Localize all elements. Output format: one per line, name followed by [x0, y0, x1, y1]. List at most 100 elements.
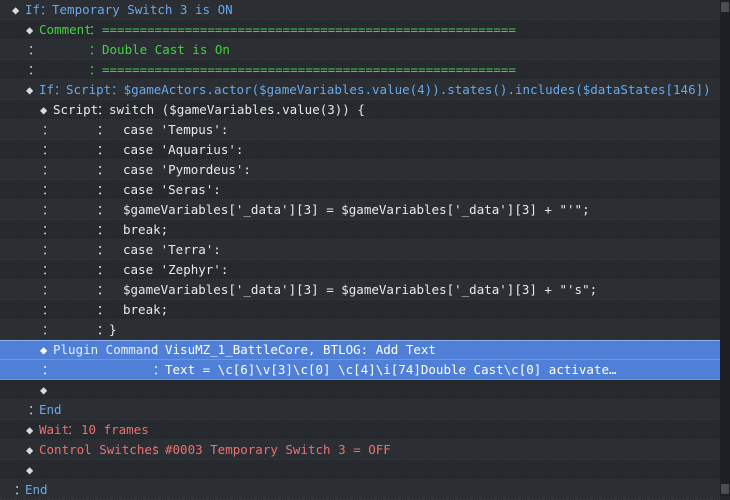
event-command-row[interactable]: ： ： $gameVariables['_data'][3] = $gameVa… [0, 280, 720, 300]
command-value: break; [123, 302, 169, 317]
command-separator: ： [97, 162, 110, 177]
event-command-row[interactable]: ： ： $gameVariables['_data'][3] = $gameVa… [0, 200, 720, 220]
command-value: #0003 Temporary Switch 3 = OFF [165, 442, 391, 457]
command-marker: ◆ [26, 423, 34, 437]
event-command-row[interactable]: ： ： break; [0, 220, 720, 240]
event-command-row[interactable]: ： ： case 'Aquarius': [0, 140, 720, 160]
command-value: switch ($gameVariables.value(3)) { [109, 102, 365, 117]
command-marker: ◆ [40, 383, 48, 397]
event-command-row[interactable]: ◆ Comment ： ============================… [0, 20, 720, 40]
event-command-row[interactable]: ： ： break; [0, 300, 720, 320]
command-value: } [109, 322, 117, 337]
command-value: case 'Seras': [123, 182, 221, 197]
command-separator: ： [97, 282, 110, 297]
scroll-down-button[interactable] [721, 484, 729, 494]
command-separator: ： [40, 2, 53, 17]
command-separator: ： [97, 182, 110, 197]
command-label: Plugin Command [53, 342, 159, 357]
continuation-marker: ： [42, 182, 55, 197]
event-command-row[interactable]: ： End [0, 400, 720, 420]
command-separator: ： [152, 442, 165, 457]
event-command-row[interactable]: ◆ Script ： switch ($gameVariables.value(… [0, 100, 720, 120]
command-separator: ： [97, 122, 110, 137]
command-separator: ： [153, 342, 166, 357]
continuation-marker: ： [42, 202, 55, 217]
command-marker: ◆ [40, 103, 48, 117]
continuation-marker: ： [28, 42, 41, 57]
event-command-row[interactable]: ◆ Control Switches ： #0003 Temporary Swi… [0, 440, 720, 460]
command-value: ========================================… [102, 22, 516, 37]
scroll-up-button[interactable] [721, 2, 729, 12]
event-command-row[interactable]: ： ： case 'Tempus': [0, 120, 720, 140]
command-marker: ◆ [26, 443, 34, 457]
command-separator: ： [153, 362, 166, 377]
command-value: case 'Aquarius': [123, 142, 244, 157]
command-label: If [25, 2, 41, 17]
command-label: End [39, 402, 62, 417]
command-value: ========================================… [102, 62, 516, 77]
event-command-row[interactable]: ： ： ====================================… [0, 60, 720, 80]
command-marker: ◆ [26, 23, 34, 37]
command-value: Temporary Switch 3 is ON [52, 2, 233, 17]
command-label: Script [53, 102, 99, 117]
event-command-row[interactable]: ： ： case 'Pymordeus': [0, 160, 720, 180]
command-marker: ◆ [40, 343, 48, 357]
command-value: Text = \c[6]\v[3]\c[0] \c[4]\i[74]Double… [165, 362, 617, 377]
command-separator: ： [97, 142, 110, 157]
event-command-row[interactable]: ： ： case 'Terra': [0, 240, 720, 260]
vertical-scrollbar[interactable] [720, 0, 730, 496]
event-command-row[interactable]: ◆ If ： Script：$gameActors.actor($gameVar… [0, 80, 720, 100]
continuation-marker: ： [42, 302, 55, 317]
command-value: case 'Terra': [123, 242, 221, 257]
event-command-row-empty[interactable]: ◆ [0, 460, 720, 480]
command-separator: ： [97, 322, 110, 337]
command-separator: ： [97, 242, 110, 257]
event-command-list[interactable]: ◆ If ： Temporary Switch 3 is ON ◆ Commen… [0, 0, 720, 500]
command-separator: ： [54, 82, 67, 97]
command-separator: ： [97, 222, 110, 237]
continuation-marker: ： [42, 282, 55, 297]
continuation-marker: ： [42, 142, 55, 157]
command-label: If [39, 82, 55, 97]
command-label: End [25, 482, 48, 497]
event-command-row[interactable]: ： ： case 'Zephyr': [0, 260, 720, 280]
event-command-row[interactable]: ： End [0, 480, 720, 500]
command-separator: ： [97, 262, 110, 277]
continuation-marker: ： [42, 262, 55, 277]
command-value: break; [123, 222, 169, 237]
command-value: 10 frames [81, 422, 149, 437]
command-value: $gameVariables['_data'][3] = $gameVariab… [123, 282, 598, 297]
command-separator: ： [89, 42, 102, 57]
event-command-row[interactable]: ： ： case 'Seras': [0, 180, 720, 200]
event-command-row[interactable]: ： ： Double Cast is On [0, 40, 720, 60]
event-command-row-empty[interactable]: ◆ [0, 380, 720, 400]
event-command-row[interactable]: ◆ If ： Temporary Switch 3 is ON [0, 0, 720, 20]
command-separator: ： [97, 302, 110, 317]
continuation-marker: ： [42, 362, 55, 377]
command-marker: ◆ [12, 3, 20, 17]
command-label: Comment [39, 22, 92, 37]
event-command-row-selected[interactable]: ◆ Plugin Command ： VisuMZ_1_BattleCore, … [0, 340, 720, 360]
command-separator: ： [97, 102, 110, 117]
command-marker: ◆ [26, 463, 34, 477]
continuation-marker: ： [42, 322, 55, 337]
command-value: case 'Zephyr': [123, 262, 229, 277]
event-command-row[interactable]: ◆ Wait ： 10 frames [0, 420, 720, 440]
command-label: Control Switches [39, 442, 160, 457]
command-separator: ： [89, 22, 102, 37]
command-value: $gameVariables['_data'][3] = $gameVariab… [123, 202, 590, 217]
command-marker: ◆ [26, 83, 34, 97]
continuation-marker: ： [42, 242, 55, 257]
event-command-row[interactable]: ： ： } [0, 320, 720, 340]
continuation-marker: ： [42, 122, 55, 137]
continuation-marker: ： [28, 62, 41, 77]
command-separator: ： [89, 62, 102, 77]
command-separator: ： [67, 422, 80, 437]
command-value: case 'Tempus': [123, 122, 229, 137]
command-separator: ： [97, 202, 110, 217]
command-value: Double Cast is On [102, 42, 230, 57]
command-value: case 'Pymordeus': [123, 162, 251, 177]
command-value: VisuMZ_1_BattleCore, BTLOG: Add Text [165, 342, 436, 357]
command-value: Script：$gameActors.actor($gameVariables.… [66, 82, 711, 97]
event-command-row-selected[interactable]: ： ： Text = \c[6]\v[3]\c[0] \c[4]\i[74]Do… [0, 360, 720, 380]
